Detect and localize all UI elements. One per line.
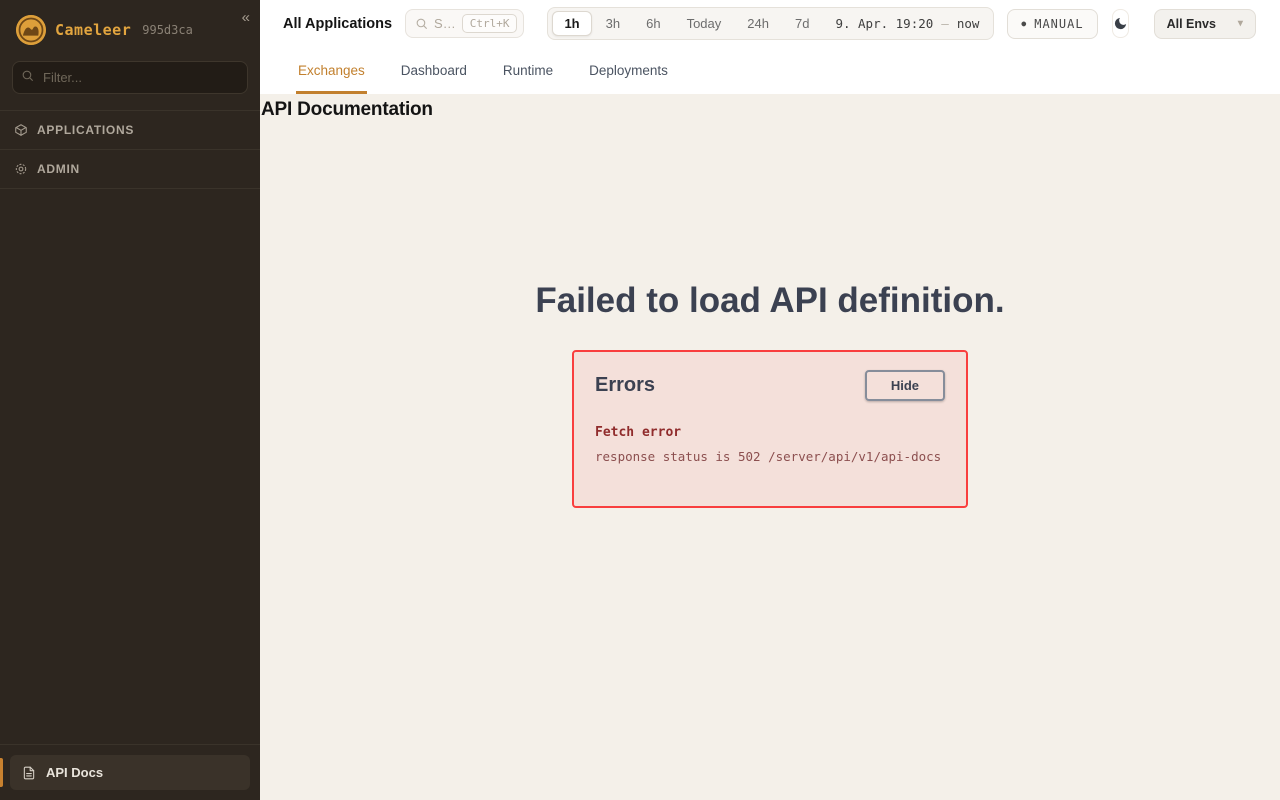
time-to: now: [957, 16, 980, 31]
sidebar-item-api-docs[interactable]: API Docs: [10, 755, 250, 790]
content-area: API Documentation Failed to load API def…: [260, 94, 1280, 800]
time-range-today[interactable]: Today: [675, 11, 734, 36]
tab-dashboard[interactable]: Dashboard: [401, 47, 467, 94]
errors-heading: Errors: [595, 374, 655, 397]
search-icon: [415, 17, 428, 30]
active-item-accent: [0, 758, 3, 787]
sidebar-item-applications[interactable]: APPLICATIONS: [0, 110, 260, 149]
sidebar-item-admin[interactable]: ADMIN: [0, 149, 260, 189]
package-icon: [14, 123, 28, 137]
time-separator: —: [941, 16, 949, 31]
time-range-7d[interactable]: 7d: [783, 11, 821, 36]
environment-selected-value: All Envs: [1167, 17, 1216, 31]
hide-errors-button[interactable]: Hide: [865, 370, 945, 401]
build-hash: 995d3ca: [142, 23, 193, 37]
time-from: 9. Apr. 19:20: [835, 16, 933, 31]
moon-icon: [1113, 16, 1128, 31]
error-name: Fetch error: [595, 425, 945, 440]
search-icon: [21, 69, 34, 87]
brand-name: Cameleer: [55, 21, 131, 39]
time-range-control: 1h 3h 6h Today 24h 7d 9. Apr. 19:20 — no…: [547, 7, 994, 40]
global-search[interactable]: S… Ctrl+K: [405, 9, 524, 38]
manual-label: MANUAL: [1034, 17, 1083, 31]
main-column: All Applications S… Ctrl+K 1h 3h 6h Toda…: [260, 0, 1280, 800]
sidebar-nav: APPLICATIONS ADMIN: [0, 110, 260, 189]
status-dot-icon: ●: [1021, 20, 1027, 28]
swagger-fail-heading: Failed to load API definition.: [260, 281, 1280, 321]
error-entry: Fetch error response status is 502 /serv…: [595, 425, 945, 464]
sidebar-bottom: API Docs: [0, 744, 260, 800]
manual-refresh-button[interactable]: ● MANUAL: [1007, 9, 1097, 39]
brand-logo: [16, 15, 46, 45]
errors-panel: Errors Hide Fetch error response status …: [572, 350, 968, 508]
camel-logo-icon: [16, 15, 46, 45]
page-context-title: All Applications: [283, 16, 392, 32]
sidebar: Cameleer 995d3ca « APPLICATIONS: [0, 0, 260, 800]
search-placeholder: S…: [434, 16, 456, 31]
sidebar-header: Cameleer 995d3ca «: [0, 0, 260, 59]
gear-icon: [14, 162, 28, 176]
tab-runtime[interactable]: Runtime: [503, 47, 553, 94]
top-bar: All Applications S… Ctrl+K 1h 3h 6h Toda…: [260, 0, 1280, 47]
page-title: API Documentation: [260, 94, 1280, 121]
sidebar-filter: [12, 61, 248, 94]
tab-bar: Exchanges Dashboard Runtime Deployments: [260, 47, 1280, 94]
error-message: response status is 502 /server/api/v1/ap…: [595, 449, 945, 464]
tab-deployments[interactable]: Deployments: [589, 47, 668, 94]
sidebar-item-label: APPLICATIONS: [37, 123, 134, 137]
tab-exchanges[interactable]: Exchanges: [298, 47, 365, 94]
time-range-1h[interactable]: 1h: [552, 11, 591, 36]
sidebar-item-label: ADMIN: [37, 162, 80, 176]
chevron-down-icon: ▾: [1238, 18, 1243, 29]
time-range-6h[interactable]: 6h: [634, 11, 672, 36]
search-shortcut-badge: Ctrl+K: [462, 14, 518, 33]
environment-select[interactable]: All Envs ▾: [1154, 9, 1256, 39]
file-icon: [22, 766, 36, 780]
theme-toggle-button[interactable]: [1112, 9, 1129, 38]
time-range-3h[interactable]: 3h: [594, 11, 632, 36]
time-window-display[interactable]: 9. Apr. 19:20 — now: [823, 16, 989, 31]
filter-input[interactable]: [12, 61, 248, 94]
time-range-24h[interactable]: 24h: [735, 11, 781, 36]
errors-panel-header: Errors Hide: [595, 370, 945, 401]
sidebar-item-label: API Docs: [46, 765, 103, 780]
sidebar-collapse-icon[interactable]: «: [242, 10, 250, 25]
